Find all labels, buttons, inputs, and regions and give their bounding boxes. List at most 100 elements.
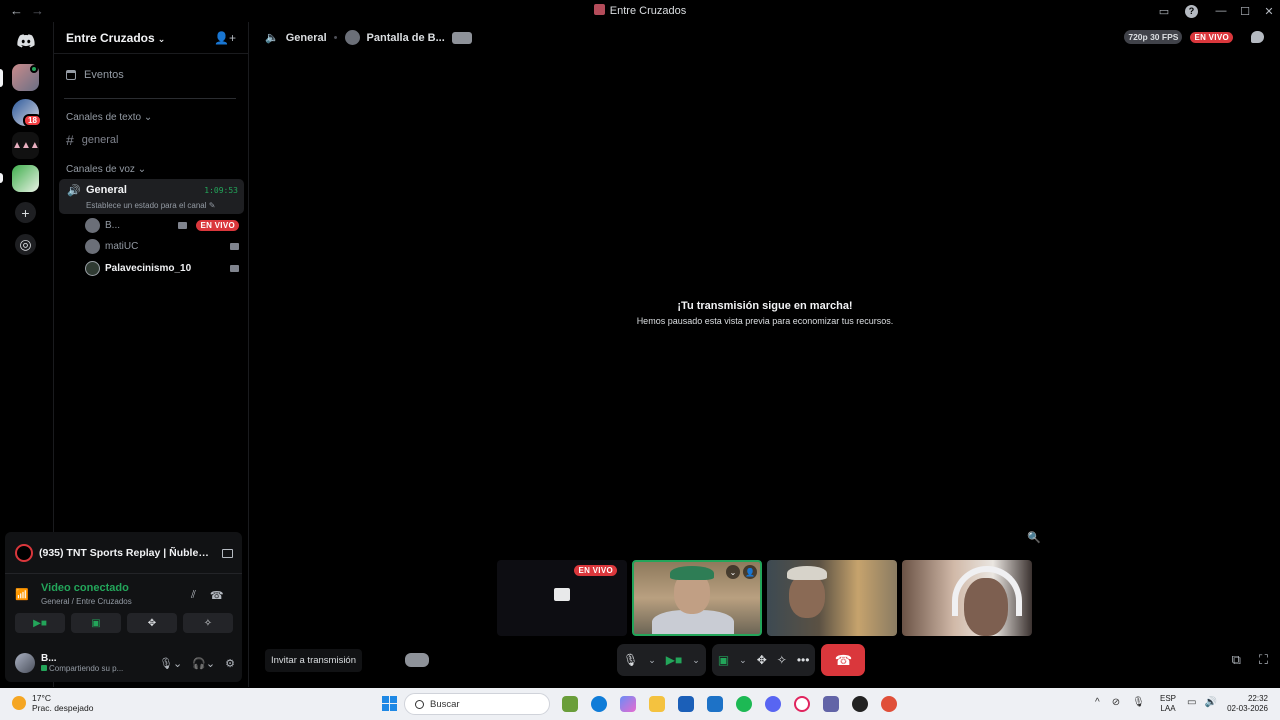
file-explorer-icon[interactable] — [649, 696, 665, 712]
gear-icon[interactable]: ⚙ — [225, 657, 235, 670]
speaker-icon: 🔈 — [265, 32, 279, 44]
stream-tile[interactable]: EN VIVO — [497, 560, 627, 636]
avatar[interactable] — [15, 653, 35, 673]
close-button[interactable]: ✕ — [1258, 5, 1280, 18]
lang-line1: ESP — [1160, 694, 1177, 703]
events-label: Eventos — [84, 69, 124, 81]
events-item[interactable]: Eventos — [66, 69, 124, 81]
fullscreen-icon[interactable]: ⛶ — [1259, 652, 1268, 668]
pop-out-icon[interactable]: ⧉ — [1232, 652, 1241, 668]
network-off-icon[interactable]: ⊘ — [1112, 697, 1120, 708]
chevron-up-icon[interactable]: ^ — [1095, 697, 1100, 708]
mention-badge: 18 — [23, 114, 42, 127]
clock[interactable]: 22:32 02-03-2026 — [1222, 694, 1268, 714]
breadcrumb: 🔈 General • Pantalla de B... — [265, 30, 472, 45]
share-screen-button[interactable]: ▣ — [71, 613, 121, 633]
teams-icon[interactable] — [823, 696, 839, 712]
separator: • — [333, 31, 338, 44]
add-server-icon[interactable]: + — [15, 202, 36, 223]
hang-up-button[interactable]: ☎ — [821, 644, 866, 676]
steam-icon[interactable] — [852, 696, 868, 712]
user-icon[interactable]: 👤 — [743, 565, 757, 579]
activity-panel: (935) TNT Sports Replay | Ñublens... 📶 V… — [5, 532, 242, 682]
help-icon[interactable]: ? — [1185, 4, 1198, 18]
chevron-down-icon[interactable]: ⌄ — [739, 655, 747, 666]
guild-header[interactable]: Entre Cruzados ⌄ 👤+ — [54, 22, 248, 54]
participant-tile-4[interactable] — [902, 560, 1032, 636]
voice-user-matiuc[interactable]: matiUC — [85, 238, 239, 254]
participant-tile-matiuc[interactable]: ⌄ 👤 — [632, 560, 762, 636]
crumb-stream[interactable]: Pantalla de B... — [367, 32, 445, 44]
chevron-down-icon[interactable]: ⌄ — [648, 655, 656, 666]
activity-icon — [15, 544, 33, 562]
crumb-channel[interactable]: General — [286, 32, 327, 44]
invite-people-icon[interactable]: 👤+ — [214, 31, 236, 45]
guild-name[interactable]: Entre Cruzados ⌄ — [66, 31, 165, 45]
spotify-icon[interactable] — [736, 696, 752, 712]
opera-icon[interactable] — [794, 696, 810, 712]
inbox-icon[interactable]: ▭ — [1153, 5, 1175, 18]
disconnect-icon[interactable]: ☎ — [210, 589, 224, 602]
headphones-icon[interactable]: 🎧⌄ — [192, 657, 215, 670]
minimize-button[interactable]: — — [1210, 5, 1232, 17]
voice-channel-general[interactable]: 🔊 General 1:09:53 Establece un estado pa… — [59, 179, 244, 214]
weather-widget[interactable]: 17°C Prac. despejado — [12, 693, 93, 713]
discord-taskbar-icon[interactable] — [765, 696, 781, 712]
activities-icon[interactable]: ✥ — [757, 653, 767, 667]
volume-icon[interactable]: 🔊 — [1204, 697, 1216, 708]
chat-icon[interactable] — [1251, 31, 1264, 43]
soundboard-button[interactable]: ✧ — [183, 613, 233, 633]
avatar — [85, 260, 100, 276]
selected-server-pill — [0, 69, 3, 87]
mic-tray-icon[interactable]: 🎙 — [1132, 697, 1145, 708]
zoom-icon[interactable]: 🔍 — [1027, 531, 1041, 544]
calendar-icon — [66, 70, 76, 80]
microphone-icon[interactable]: 🎙 — [623, 653, 638, 667]
invite-to-stream-button[interactable]: Invitar a transmisión — [265, 649, 363, 672]
activities-button[interactable]: ✥ — [127, 613, 177, 633]
share-screen-icon[interactable]: ▣ — [718, 653, 729, 667]
chevron-down-icon[interactable]: ⌄ — [726, 565, 740, 579]
screen-share-icon[interactable] — [222, 548, 233, 558]
copilot-icon[interactable] — [620, 696, 636, 712]
category-voice-channels[interactable]: Canales de voz ⌄ — [66, 164, 146, 175]
weather-desc: Prac. despejado — [32, 703, 94, 713]
voice-user-b[interactable]: B... EN VIVO — [85, 217, 239, 233]
discord-home-button[interactable] — [12, 27, 39, 54]
video-feed — [952, 566, 1022, 616]
server-icon-3[interactable]: ▲▲▲ — [12, 132, 40, 159]
paused-message: ¡Tu transmisión sigue en marcha! Hemos p… — [250, 300, 1280, 326]
search-box[interactable]: Buscar — [404, 693, 550, 715]
divider — [5, 573, 242, 574]
noise-suppression-icon[interactable]: ⫽ — [191, 589, 196, 602]
chevron-down-icon[interactable]: ⌄ — [692, 655, 700, 666]
discover-icon[interactable]: ◎ — [15, 234, 36, 255]
language-indicator[interactable]: ESP LAA — [1160, 694, 1176, 714]
microphone-icon[interactable]: 🎙⌄ — [159, 657, 182, 670]
soundboard-icon[interactable]: ✧ — [777, 653, 787, 667]
voice-user-palavecinismo[interactable]: Palavecinismo_10 — [85, 260, 239, 276]
edge-icon[interactable] — [591, 696, 607, 712]
maximize-button[interactable]: ☐ — [1234, 5, 1256, 18]
brave-icon[interactable] — [881, 696, 897, 712]
start-button[interactable] — [382, 696, 397, 711]
channel-general-text[interactable]: # general — [66, 132, 119, 148]
user-info[interactable]: B... Compartiendo su p... — [41, 653, 123, 673]
minecraft-icon[interactable] — [562, 696, 578, 712]
activity-row[interactable]: (935) TNT Sports Replay | Ñublens... — [15, 544, 233, 562]
server-icon-4[interactable] — [12, 165, 39, 192]
store-icon[interactable] — [678, 696, 694, 712]
video-feed — [789, 574, 825, 618]
participant-tile-3[interactable] — [767, 560, 897, 636]
stream-topbar: 🔈 General • Pantalla de B... 720p 30 FPS… — [250, 22, 1280, 52]
more-icon[interactable]: ••• — [797, 653, 810, 667]
outlook-icon[interactable] — [707, 696, 723, 712]
display-icon[interactable]: ▭ — [1187, 697, 1196, 708]
channel-label: general — [81, 134, 119, 146]
chevron-down-icon: ⌄ — [157, 33, 166, 44]
channel-status[interactable]: Establece un estado para el canal ✎ — [86, 201, 215, 210]
category-text-channels[interactable]: Canales de texto ⌄ — [66, 112, 152, 123]
quality-badge: 720p 30 FPS — [1124, 30, 1183, 44]
camera-icon[interactable]: ▶■ — [666, 653, 682, 667]
camera-button[interactable]: ▶■ — [15, 613, 65, 633]
